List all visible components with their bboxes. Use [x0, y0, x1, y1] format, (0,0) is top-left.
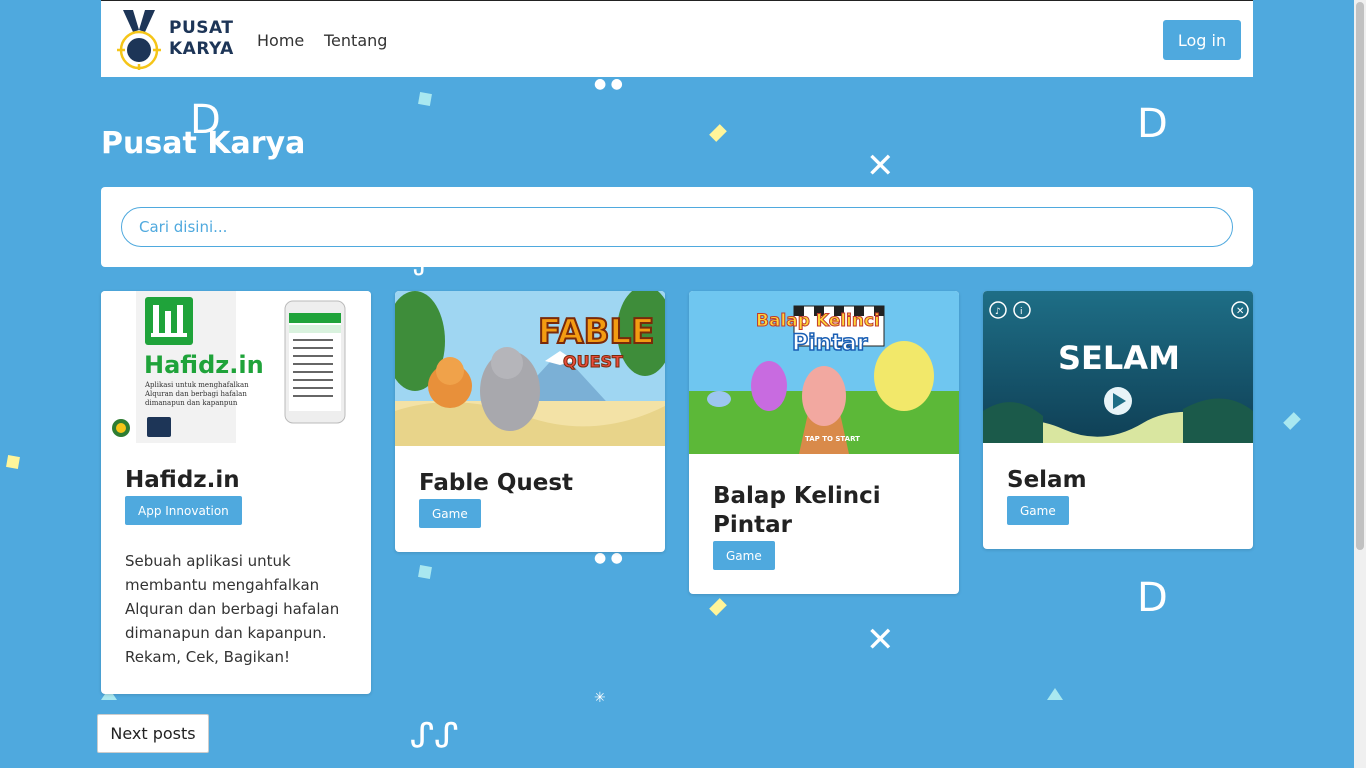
svg-text:Alquran dan berbagi hafalan: Alquran dan berbagi hafalan	[144, 390, 247, 398]
svg-text:♪: ♪	[995, 307, 1001, 317]
category-badge[interactable]: Game	[1007, 496, 1069, 525]
card-title[interactable]: Hafidz.in	[125, 466, 240, 495]
page-title: Pusat Karya	[101, 126, 306, 161]
card-image[interactable]: FABLE QUEST	[395, 291, 665, 446]
svg-text:TAP TO START: TAP TO START	[805, 435, 860, 443]
post-card-hafidzin[interactable]: Hafidz.in Aplikasi untuk menghafalkan Al…	[101, 291, 371, 694]
card-description: Sebuah aplikasi untuk membantu mengahfal…	[125, 552, 340, 666]
svg-text:dimanapun dan kapanpun: dimanapun dan kapanpun	[145, 399, 238, 407]
card-image[interactable]: Balap Kelinci Pintar TAP TO START	[689, 291, 959, 454]
category-badge[interactable]: App Innovation	[125, 496, 242, 525]
category-badge[interactable]: Game	[713, 541, 775, 570]
card-image[interactable]: ♪ i ✕ SELAM	[983, 291, 1253, 443]
nav-home-link[interactable]: Home	[257, 31, 304, 50]
category-badge[interactable]: Game	[419, 499, 481, 528]
medal-icon	[117, 10, 161, 70]
svg-text:i: i	[1020, 307, 1023, 317]
card-title[interactable]: Selam	[1007, 466, 1087, 495]
post-card-selam[interactable]: ♪ i ✕ SELAM Selam Game	[983, 291, 1253, 549]
brand-name: PUSAT KARYA	[169, 18, 234, 59]
brand-logo[interactable]: PUSAT KARYA	[117, 9, 237, 70]
card-title[interactable]: Balap Kelinci Pintar	[713, 482, 933, 540]
search-card	[101, 187, 1253, 267]
svg-text:SELAM: SELAM	[1058, 339, 1180, 377]
svg-text:Balap Kelinci: Balap Kelinci	[756, 311, 880, 331]
card-image[interactable]: Hafidz.in Aplikasi untuk menghafalkan Al…	[101, 291, 371, 443]
svg-text:FABLE: FABLE	[538, 312, 654, 352]
svg-text:✕: ✕	[1236, 306, 1244, 317]
scrollbar-thumb[interactable]	[1356, 2, 1364, 550]
nav-about-link[interactable]: Tentang	[324, 31, 387, 50]
svg-text:Pintar: Pintar	[792, 331, 868, 356]
page-scrollbar[interactable]	[1354, 0, 1366, 768]
post-card-balap-kelinci-pintar[interactable]: Balap Kelinci Pintar TAP TO START Balap …	[689, 291, 959, 594]
login-button[interactable]: Log in	[1163, 20, 1241, 60]
svg-text:Aplikasi untuk menghafalkan: Aplikasi untuk menghafalkan	[144, 381, 249, 389]
svg-text:QUEST: QUEST	[563, 352, 623, 371]
svg-text:Hafidz.in: Hafidz.in	[144, 351, 264, 379]
post-card-fable-quest[interactable]: FABLE QUEST Fable Quest Game	[395, 291, 665, 552]
next-posts-button[interactable]: Next posts	[97, 714, 209, 753]
card-title[interactable]: Fable Quest	[419, 469, 573, 498]
navbar: PUSAT KARYA Home Tentang Log in	[101, 0, 1253, 77]
search-input[interactable]	[121, 207, 1233, 247]
